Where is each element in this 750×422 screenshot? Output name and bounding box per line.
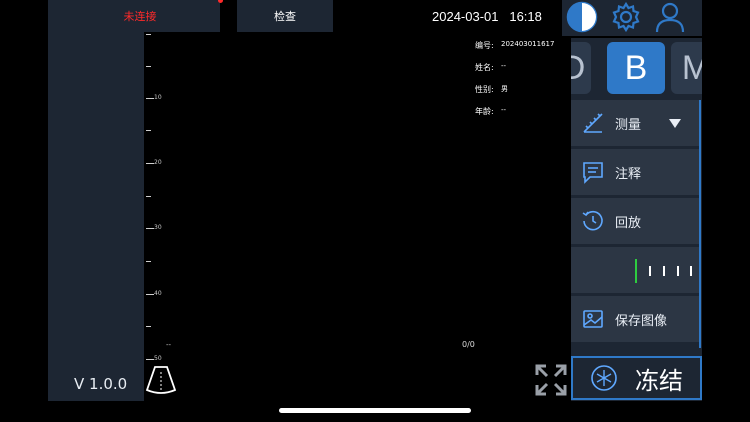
fullscreen-icon[interactable] bbox=[534, 363, 568, 397]
ruler-label: 20 bbox=[154, 159, 162, 166]
ruler-tick bbox=[146, 294, 154, 295]
settings-button[interactable] bbox=[608, 0, 644, 34]
cine-slider[interactable] bbox=[571, 247, 699, 293]
frame-counter: 0/0 bbox=[462, 340, 475, 349]
scrollbar[interactable] bbox=[699, 100, 701, 348]
history-icon bbox=[582, 210, 603, 231]
patient-info: 编号: 202403011617 姓名: -- 性别: 男 年龄: -- bbox=[475, 40, 554, 128]
user-icon bbox=[655, 2, 685, 33]
playback-label: 回放 bbox=[615, 215, 642, 231]
mode-tab-m-label: M bbox=[681, 48, 702, 87]
top-icon-bar bbox=[562, 0, 702, 36]
patient-id-label: 编号: bbox=[475, 41, 494, 50]
patient-gender-value: 男 bbox=[501, 85, 508, 93]
patient-age-value: -- bbox=[501, 106, 507, 114]
patient-gender-row: 性别: 男 bbox=[475, 84, 554, 106]
dropdown-arrow-icon bbox=[669, 119, 681, 128]
measure-button[interactable]: 测量 bbox=[571, 100, 699, 146]
patient-age-label: 年龄: bbox=[475, 107, 494, 116]
mode-tab-b-label: B bbox=[624, 48, 648, 87]
ruler-tick bbox=[146, 130, 151, 131]
patient-name-label: 姓名: bbox=[475, 63, 494, 72]
version-label: V 1.0.0 bbox=[74, 375, 128, 393]
exam-button-label: 检查 bbox=[274, 10, 296, 23]
ruler-label: 10 bbox=[154, 94, 162, 101]
right-panel: D B M 测量 注释 回放 保存图像 bbox=[571, 38, 702, 401]
ruler-label: 40 bbox=[154, 290, 162, 297]
patient-name-value: -- bbox=[501, 62, 507, 70]
contrast-button[interactable] bbox=[564, 0, 600, 34]
patient-id-row: 编号: 202403011617 bbox=[475, 40, 554, 62]
mode-tab-b[interactable]: B bbox=[607, 42, 665, 94]
ruler-bottom-marker: -- bbox=[166, 341, 172, 349]
ruler-icon bbox=[583, 113, 603, 133]
mode-tabs: D B M bbox=[571, 38, 702, 98]
connection-status-label: 未连接 bbox=[123, 10, 157, 23]
mode-tab-m[interactable]: M bbox=[671, 42, 702, 94]
annotate-button[interactable]: 注释 bbox=[571, 149, 699, 195]
ruler-tick bbox=[146, 261, 151, 262]
annotate-label: 注释 bbox=[615, 166, 642, 182]
snowflake-icon bbox=[591, 365, 617, 391]
ruler-tick bbox=[146, 66, 151, 67]
playback-button[interactable]: 回放 bbox=[571, 198, 699, 244]
contrast-icon bbox=[566, 1, 598, 33]
save-image-label: 保存图像 bbox=[615, 313, 668, 329]
datetime: 2024-03-01 16:18 bbox=[432, 9, 542, 24]
patient-gender-label: 性别: bbox=[475, 85, 494, 94]
date-label: 2024-03-01 bbox=[432, 9, 499, 24]
ruler-tick bbox=[146, 163, 154, 164]
patient-age-row: 年龄: -- bbox=[475, 106, 554, 128]
save-image-button[interactable]: 保存图像 bbox=[571, 296, 699, 342]
ruler-label: 50 bbox=[154, 355, 162, 362]
connection-status[interactable]: 未连接 bbox=[60, 0, 220, 32]
ruler-tick bbox=[146, 34, 151, 35]
image-icon bbox=[583, 310, 603, 328]
patient-id-value: 202403011617 bbox=[501, 40, 555, 48]
ruler-tick bbox=[146, 98, 154, 99]
snowflake-icon-wrap bbox=[573, 365, 635, 391]
home-indicator bbox=[279, 408, 471, 413]
ruler-tick bbox=[146, 196, 151, 197]
left-panel bbox=[48, 0, 144, 401]
gear-icon bbox=[612, 1, 640, 33]
freeze-button[interactable]: 冻结 bbox=[571, 356, 702, 400]
user-button[interactable] bbox=[652, 0, 688, 34]
patient-name-row: 姓名: -- bbox=[475, 62, 554, 84]
measure-label: 测量 bbox=[615, 117, 642, 133]
exam-button[interactable]: 检查 bbox=[237, 0, 333, 32]
time-label: 16:18 bbox=[509, 9, 542, 24]
depth-ruler: 10 20 30 40 50 bbox=[144, 30, 174, 370]
cine-frame-marks bbox=[635, 259, 692, 283]
ruler-label: 30 bbox=[154, 224, 162, 231]
ruler-tick bbox=[146, 228, 154, 229]
freeze-label: 冻结 bbox=[635, 366, 683, 395]
comment-icon bbox=[583, 162, 603, 184]
mode-tab-d-label: D bbox=[571, 48, 586, 87]
mode-tab-d[interactable]: D bbox=[571, 42, 591, 94]
ruler-tick bbox=[146, 359, 154, 360]
status-dot bbox=[218, 0, 223, 3]
ruler-tick bbox=[146, 326, 151, 327]
